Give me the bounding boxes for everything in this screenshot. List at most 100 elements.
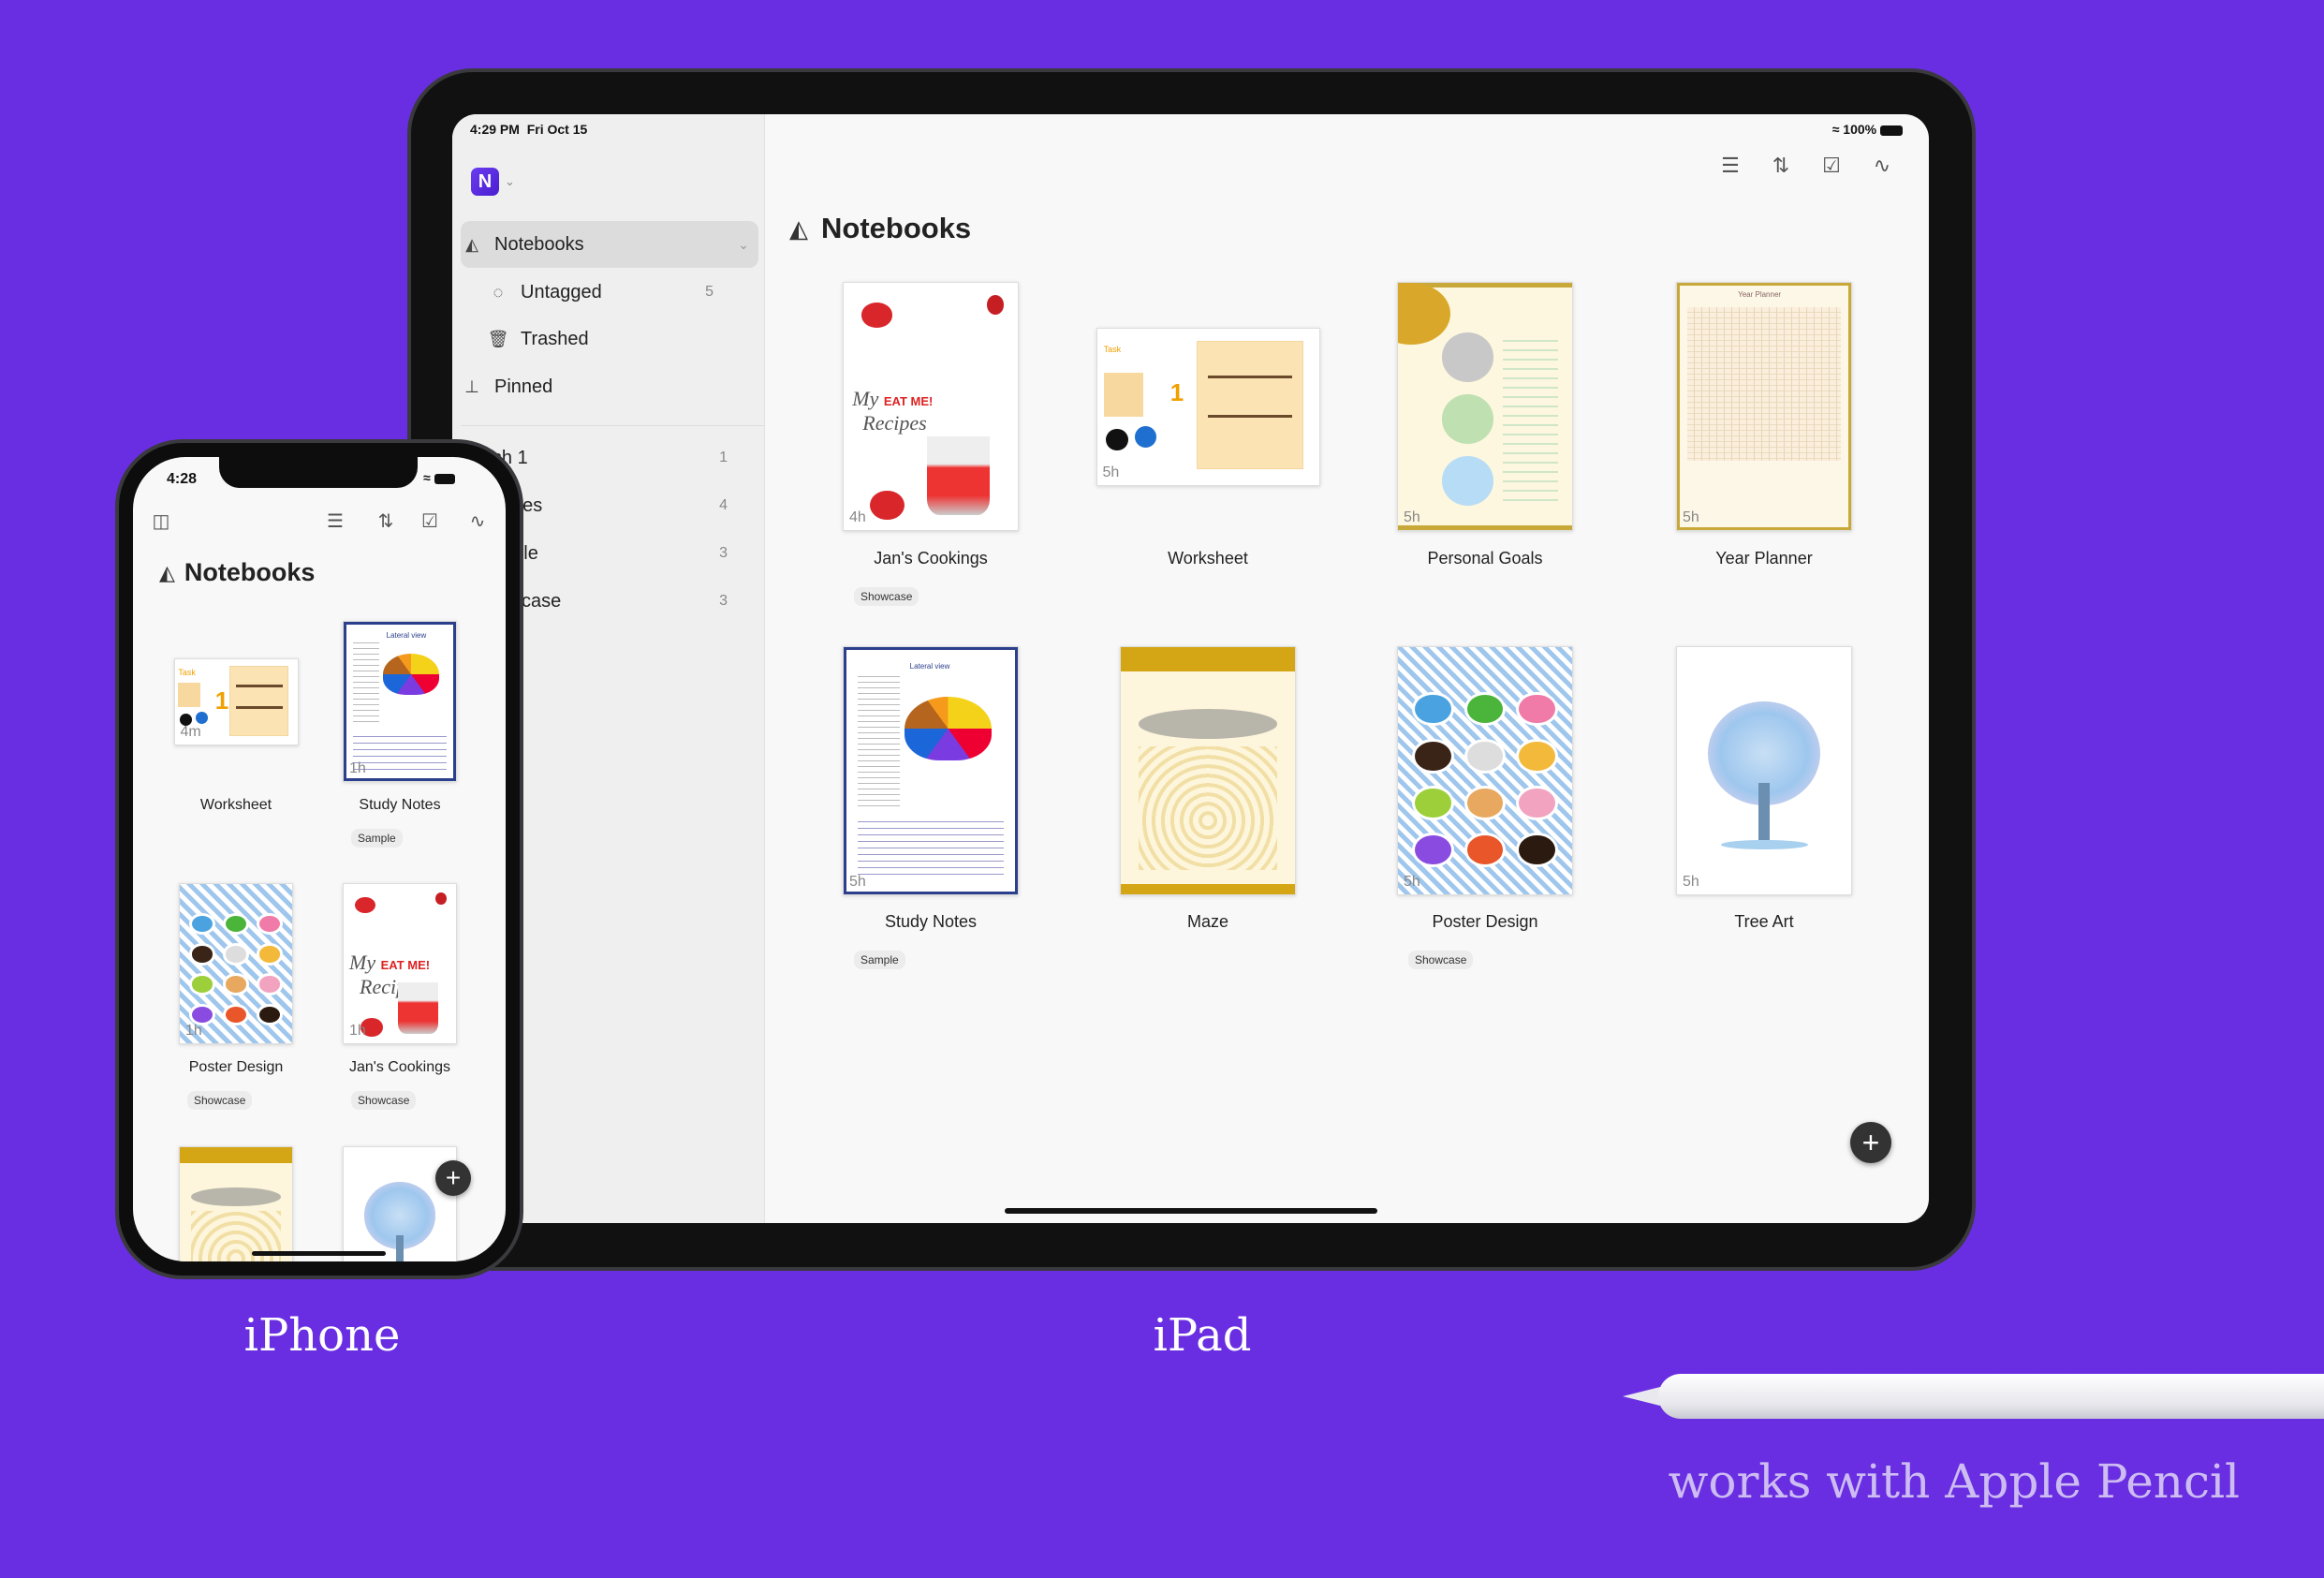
sidebar-item-label: Notebooks xyxy=(494,233,584,255)
sort-icon[interactable]: ⇅ xyxy=(372,509,400,533)
notch xyxy=(219,457,418,488)
notebook-card[interactable] xyxy=(1120,646,1296,895)
home-indicator xyxy=(1005,1208,1377,1214)
pencil-caption: works with Apple Pencil xyxy=(1668,1454,2240,1509)
list-icon[interactable]: ☰ xyxy=(321,509,349,533)
notebook-card[interactable]: Year Planner 5h xyxy=(1676,282,1852,531)
sidebar-item-count: 5 xyxy=(705,284,713,300)
dashed-circle-icon: ◌ xyxy=(493,282,504,302)
tag-badge[interactable]: Sample xyxy=(351,829,403,848)
sidebar-item-count: 4 xyxy=(719,497,728,513)
notebook-card[interactable]: Task 1 4m xyxy=(173,658,299,745)
sidebar-item-trashed[interactable]: 🗑 Trashed xyxy=(487,316,785,362)
select-checkbox-icon[interactable]: ☑ xyxy=(1817,154,1846,178)
notebook-age: 4m xyxy=(180,724,201,740)
notebook-title[interactable]: Tree Art xyxy=(1624,912,1905,932)
chevron-down-icon[interactable]: ⌄ xyxy=(738,237,749,253)
notebook-age: 5h xyxy=(849,874,866,890)
notebook-cover[interactable]: 5h xyxy=(1397,646,1573,895)
notebook-age: 5h xyxy=(1683,874,1699,890)
tag-badge[interactable]: Showcase xyxy=(351,1091,417,1110)
sidebar-item-count: 3 xyxy=(719,593,728,609)
notebook-cover[interactable]: Task 1 5h xyxy=(1096,328,1320,486)
battery-status: ≈ 100% xyxy=(1832,122,1903,137)
iphone-caption: iPhone xyxy=(243,1309,401,1362)
notebook-card[interactable]: Task 1 5h xyxy=(1096,328,1320,486)
scribble-icon[interactable]: ∿ xyxy=(1868,154,1896,178)
notebook-cover[interactable] xyxy=(343,1146,457,1261)
divider xyxy=(461,425,765,426)
notebook-title[interactable]: Study Notes xyxy=(790,912,1071,932)
sidebar-item-pinned[interactable]: ⊥ Pinned xyxy=(461,363,758,410)
page-title: ◭ Notebooks xyxy=(159,558,316,586)
tray-icon: ◭ xyxy=(789,214,808,243)
notebook-cover[interactable] xyxy=(179,1146,293,1261)
notebook-cover[interactable]: My EAT ME! Recipes 1h xyxy=(343,883,457,1044)
sidebar-tag-dish-1[interactable]: Dish 11 xyxy=(475,435,772,481)
select-checkbox-icon[interactable]: ☑ xyxy=(416,509,444,533)
notebook-age: 4h xyxy=(849,509,866,525)
battery-icon xyxy=(1880,125,1903,136)
notebook-cover[interactable]: Lateral view 1h xyxy=(343,621,457,782)
tag-badge[interactable]: Showcase xyxy=(1408,951,1474,969)
notebook-cover[interactable]: 5h xyxy=(1676,646,1852,895)
notebook-cover[interactable]: 5h xyxy=(1397,282,1573,531)
notebook-card[interactable]: Lateral view 5h xyxy=(843,646,1019,895)
notebook-age: 1h xyxy=(349,1023,366,1039)
ipad-caption: iPad xyxy=(1153,1309,1252,1362)
notebook-title[interactable]: Maze xyxy=(1067,912,1348,932)
battery-status: ≈ xyxy=(423,470,455,485)
notebook-age: 1h xyxy=(349,760,366,776)
notebook-cover[interactable] xyxy=(1120,646,1296,895)
notebook-title[interactable]: Jan's Cookings xyxy=(790,549,1071,568)
notebook-card[interactable]: 5h xyxy=(1676,646,1852,895)
tag-badge[interactable]: Sample xyxy=(854,951,905,969)
sidebar-item-label: Trashed xyxy=(521,328,589,349)
status-time: 4:28 xyxy=(167,471,198,487)
notebook-card[interactable]: 5h xyxy=(1397,646,1573,895)
notebook-title[interactable]: Poster Design xyxy=(1345,912,1625,932)
notebook-age: 5h xyxy=(1102,465,1120,480)
notebook-title[interactable]: Worksheet xyxy=(1067,549,1348,568)
home-indicator xyxy=(252,1251,386,1256)
scribble-icon[interactable]: ∿ xyxy=(463,509,492,533)
notebook-card[interactable]: 1h xyxy=(179,883,293,1044)
notebook-card[interactable]: 5h xyxy=(1397,282,1573,531)
sidebar-item-notebooks[interactable]: ◭ Notebooks ⌄ xyxy=(461,221,758,268)
sidebar-item-untagged[interactable]: ◌ Untagged 5 xyxy=(487,269,785,316)
pin-icon: ⊥ xyxy=(464,376,479,396)
tag-badge[interactable]: Showcase xyxy=(854,587,919,606)
sidebar-icon[interactable]: ◫ xyxy=(147,509,175,533)
tray-icon: ◭ xyxy=(159,560,175,584)
notebook-cover[interactable]: My EAT ME! Recipes 4h xyxy=(843,282,1019,531)
ipad-screen: 4:29 PM Fri Oct 15 N ⌄ ◭ Notebooks ⌄ ◌ Unta… xyxy=(452,114,1929,1223)
tag-badge[interactable]: Showcase xyxy=(187,1091,253,1110)
notebook-title[interactable]: Personal Goals xyxy=(1345,549,1625,568)
chevron-down-icon: ⌄ xyxy=(505,174,515,188)
notebook-cover[interactable]: Lateral view 5h xyxy=(843,646,1019,895)
notebook-cover[interactable]: Year Planner 5h xyxy=(1676,282,1852,531)
app-logo: N xyxy=(471,168,499,196)
notebook-card[interactable]: Lateral view 1h xyxy=(343,621,457,782)
iphone-screen: 4:28 ≈ ◫ ☰ ⇅ ☑ ∿ ◭ Notebooks Task 1 4m Workshee… xyxy=(133,457,506,1261)
notebook-title[interactable]: Jan's Cookings xyxy=(259,1059,506,1076)
page-title: ◭ Notebooks xyxy=(789,212,972,244)
add-notebook-button[interactable]: + xyxy=(1850,1122,1891,1163)
notebook-age: 5h xyxy=(1404,509,1420,525)
notebook-cover[interactable]: Task 1 4m xyxy=(173,658,299,745)
status-time: 4:29 PM Fri Oct 15 xyxy=(470,122,588,137)
list-icon[interactable]: ☰ xyxy=(1716,154,1744,178)
add-notebook-button[interactable]: + xyxy=(435,1160,471,1196)
notebook-title[interactable]: Study Notes xyxy=(259,797,506,814)
notebook-title[interactable]: Year Planner xyxy=(1624,549,1905,568)
sidebar-item-label: Untagged xyxy=(521,281,602,302)
notebook-card[interactable] xyxy=(343,1146,457,1261)
notebook-age: 5h xyxy=(1404,874,1420,890)
notebook-card[interactable]: My EAT ME! Recipes 1h xyxy=(343,883,457,1044)
account-switcher[interactable]: N ⌄ xyxy=(471,168,515,196)
notebook-card[interactable]: My EAT ME! Recipes 4h xyxy=(843,282,1019,531)
battery-icon xyxy=(434,473,455,484)
notebook-cover[interactable]: 1h xyxy=(179,883,293,1044)
sort-icon[interactable]: ⇅ xyxy=(1767,154,1795,178)
notebook-card[interactable] xyxy=(179,1146,293,1261)
